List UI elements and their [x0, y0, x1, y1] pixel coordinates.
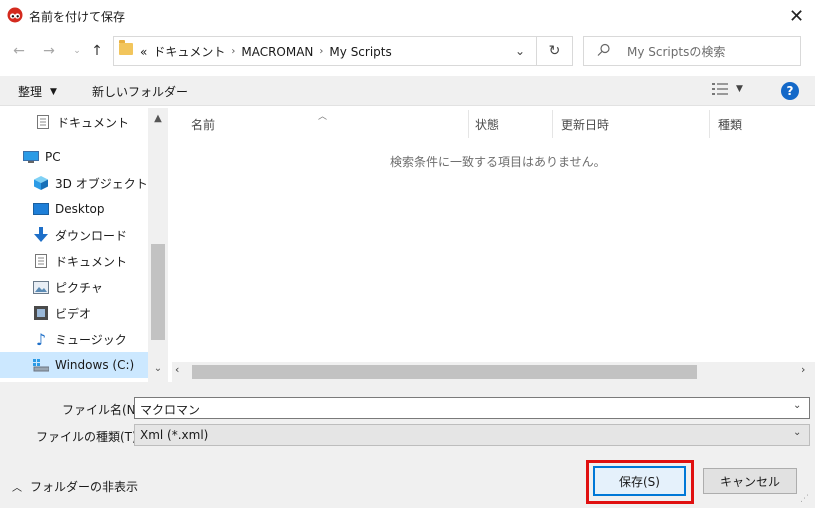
music-icon: ♪	[35, 329, 47, 349]
filename-input[interactable]	[134, 397, 810, 419]
forward-arrow-icon[interactable]: →	[40, 41, 58, 61]
nav-item-documents-2[interactable]: ドキュメント	[0, 248, 148, 274]
chevron-right-icon[interactable]: ›	[231, 46, 235, 57]
up-arrow-icon[interactable]: ↑	[88, 41, 106, 61]
nav-item-videos[interactable]: ビデオ	[0, 300, 148, 326]
breadcrumb-overflow[interactable]: «	[140, 45, 147, 59]
recent-chevron-down-icon[interactable]: ⌄	[68, 41, 86, 61]
scroll-left-icon[interactable]: ‹	[175, 363, 179, 376]
search-placeholder: My Scriptsの検索	[627, 45, 726, 59]
breadcrumb-item[interactable]: ドキュメント	[153, 43, 225, 60]
organize-label: 整理	[18, 85, 43, 99]
column-divider[interactable]	[709, 110, 710, 138]
column-header-name[interactable]: 名前	[191, 116, 215, 133]
nav-item-music[interactable]: ♪ ミュージック	[0, 326, 148, 352]
download-icon	[33, 227, 49, 243]
breadcrumb-item[interactable]: MACROMAN	[241, 45, 313, 59]
nav-item-downloads[interactable]: ダウンロード	[0, 222, 148, 248]
column-header-type[interactable]: 種類	[718, 116, 742, 133]
cancel-button[interactable]: キャンセル	[703, 468, 797, 494]
window-title: 名前を付けて保存	[29, 10, 126, 24]
scroll-down-icon[interactable]: ⌄	[151, 363, 165, 377]
filetype-select[interactable]	[134, 424, 810, 446]
pc-icon	[23, 149, 39, 165]
nav-item-label: ミュージック	[55, 332, 127, 347]
filetype-dropdown-chevron-icon[interactable]: ⌄	[793, 427, 801, 438]
filename-value[interactable]: マクロマン	[140, 401, 200, 418]
caret-down-icon: ▼	[50, 86, 57, 97]
view-options-button[interactable]: ▼	[712, 83, 743, 95]
details-view-icon	[712, 83, 728, 95]
nav-item-label: Windows (C:)	[55, 358, 135, 372]
column-divider[interactable]	[468, 110, 469, 138]
search-icon	[597, 43, 611, 57]
nav-item-label: 3D オブジェクト	[55, 176, 148, 191]
caret-down-icon: ▼	[736, 84, 743, 94]
desktop-icon	[33, 201, 49, 217]
nav-item-label: ドキュメント	[57, 115, 130, 130]
3d-objects-icon	[33, 175, 49, 191]
filename-label: ファイル名(N):	[62, 403, 145, 417]
column-header-date-modified[interactable]: 更新日時	[561, 116, 609, 133]
hide-folders-button[interactable]: ︿ フォルダーの非表示	[12, 478, 138, 495]
hide-folders-label: フォルダーの非表示	[30, 480, 139, 494]
navigation-pane: ドキュメント PC 3D オブジェクト Desktop ダウンロード ドキュメン…	[0, 108, 168, 382]
address-dropdown-chevron-icon[interactable]: ⌄	[505, 36, 535, 66]
nav-item-3d-objects[interactable]: 3D オブジェクト	[0, 170, 148, 196]
nav-scrollbar-thumb[interactable]	[151, 244, 165, 340]
nav-item-label: ダウンロード	[55, 228, 128, 243]
save-button[interactable]: 保存(S)	[593, 466, 686, 496]
column-header-status[interactable]: 状態	[475, 116, 499, 133]
help-icon[interactable]: ?	[781, 82, 799, 100]
filetype-label: ファイルの種類(T):	[36, 430, 141, 444]
breadcrumb: « ドキュメント › MACROMAN › My Scripts	[140, 43, 392, 60]
nav-item-label: Desktop	[55, 202, 105, 216]
nav-item-label: ドキュメント	[55, 254, 128, 269]
filetype-value[interactable]: Xml (*.xml)	[140, 428, 208, 442]
sort-ascending-icon: ︿	[318, 112, 328, 122]
nav-item-documents[interactable]: ドキュメント	[0, 109, 148, 135]
nav-item-pictures[interactable]: ピクチャ	[0, 274, 148, 300]
video-icon	[33, 305, 49, 321]
chevron-up-icon: ︿	[12, 483, 22, 494]
nav-item-label: ビデオ	[55, 306, 92, 321]
folder-icon	[119, 40, 133, 55]
nav-item-label: PC	[45, 150, 61, 164]
resize-grip-icon[interactable]: ⋰	[800, 494, 809, 504]
nav-item-pc[interactable]: PC	[0, 144, 148, 170]
scroll-right-icon[interactable]: ›	[801, 363, 805, 376]
chevron-right-icon[interactable]: ›	[319, 46, 323, 57]
drive-icon	[33, 357, 49, 373]
nav-item-label: ピクチャ	[55, 280, 103, 295]
document-icon	[33, 253, 49, 269]
file-list[interactable]	[172, 108, 815, 382]
close-button[interactable]: ✕	[778, 0, 815, 32]
app-icon	[7, 7, 23, 23]
nav-item-windows-c[interactable]: Windows (C:)	[0, 352, 148, 378]
back-arrow-icon[interactable]: ←	[10, 41, 28, 61]
nav-item-desktop[interactable]: Desktop	[0, 196, 148, 222]
filename-dropdown-chevron-icon[interactable]: ⌄	[793, 400, 801, 411]
scroll-up-icon[interactable]: ▲	[151, 113, 165, 127]
empty-folder-message: 検索条件に一致する項目はありません。	[390, 155, 606, 169]
breadcrumb-item[interactable]: My Scripts	[329, 45, 391, 59]
pictures-icon	[33, 279, 49, 295]
horizontal-scrollbar-thumb[interactable]	[192, 365, 697, 379]
document-icon	[35, 114, 51, 130]
column-divider[interactable]	[552, 110, 553, 138]
organize-button[interactable]: 整理 ▼	[18, 83, 57, 100]
refresh-icon[interactable]: ↻	[536, 36, 572, 66]
new-folder-button[interactable]: 新しいフォルダー	[92, 83, 188, 100]
